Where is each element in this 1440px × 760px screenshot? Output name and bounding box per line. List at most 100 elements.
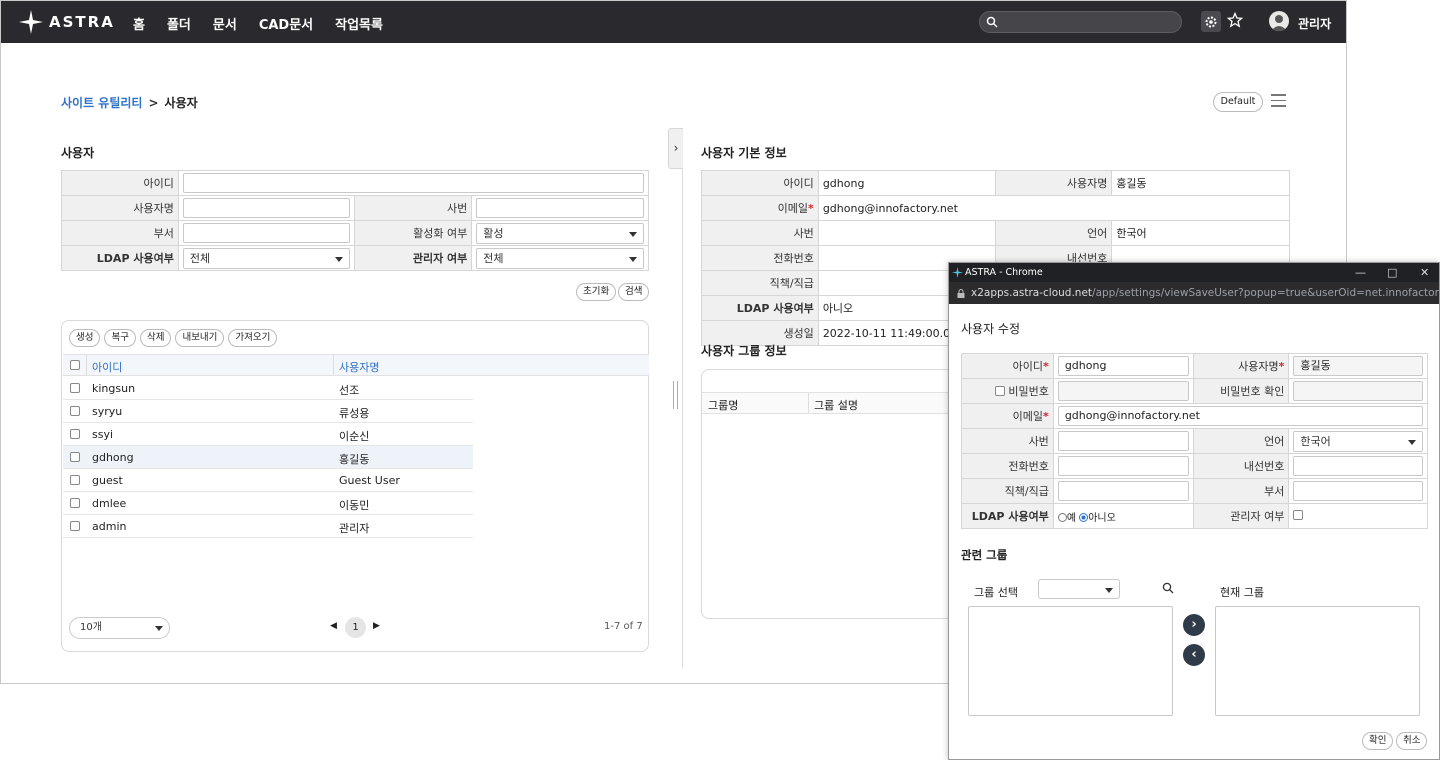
row-checkbox[interactable]: [70, 406, 80, 416]
search-active-label: 활성화 여부: [353, 220, 473, 246]
edit-user-popup-window: ASTRA - Chrome — □ ✕ x2apps.astra-cloud.…: [948, 262, 1440, 760]
edit-dept-input[interactable]: [1293, 481, 1423, 501]
search-id-label: 아이디: [61, 170, 179, 196]
row-user-id: admin: [92, 520, 127, 533]
page-size-select[interactable]: 10개: [69, 617, 170, 639]
row-checkbox[interactable]: [70, 452, 80, 462]
app-logo[interactable]: ASTRA: [19, 10, 115, 34]
minimize-icon[interactable]: —: [1355, 263, 1366, 282]
global-search-input[interactable]: [979, 11, 1182, 33]
remove-group-button[interactable]: ‹: [1183, 644, 1205, 666]
detail-lang-label: 언어: [994, 220, 1113, 246]
nav-item-document[interactable]: 문서: [213, 14, 237, 33]
edit-password-input[interactable]: [1057, 381, 1189, 401]
column-header-id[interactable]: 아이디: [92, 359, 122, 375]
lock-icon: [957, 289, 965, 298]
popup-url-bar[interactable]: x2apps.astra-cloud.net/app/settings/view…: [949, 282, 1439, 304]
search-empno-input[interactable]: [476, 198, 644, 218]
available-groups-list[interactable]: [968, 606, 1173, 716]
edit-ext-label: 내선번호: [1192, 453, 1290, 479]
current-groups-list[interactable]: [1215, 606, 1420, 716]
collapse-panel-button[interactable]: ›: [668, 128, 683, 169]
group-select-dropdown[interactable]: [1038, 579, 1120, 599]
detail-id-label: 아이디: [701, 170, 819, 196]
current-page[interactable]: 1: [345, 617, 366, 638]
edit-ext-input[interactable]: [1293, 456, 1423, 476]
nav-item-home[interactable]: 홈: [133, 14, 145, 33]
table-row[interactable]: dmlee 이동민: [63, 492, 473, 515]
edit-password-confirm-input[interactable]: [1293, 381, 1423, 401]
close-icon[interactable]: ✕: [1420, 263, 1429, 282]
nav-item-cad-document[interactable]: CAD문서: [259, 14, 313, 33]
ldap-yes-radio[interactable]: [1057, 512, 1067, 522]
view-default-button[interactable]: Default: [1213, 92, 1263, 112]
group-column-name[interactable]: 그룹명: [708, 397, 738, 413]
settings-button[interactable]: [1201, 11, 1221, 32]
search-name-input[interactable]: [182, 198, 350, 218]
table-row[interactable]: syryu 류성용: [63, 400, 473, 423]
table-row[interactable]: guest Guest User: [63, 469, 473, 492]
search-admin-select[interactable]: 전체: [476, 247, 644, 269]
resize-handle[interactable]: [673, 381, 678, 409]
favorites-star-icon[interactable]: [1227, 12, 1243, 28]
edit-id-input[interactable]: gdhong: [1057, 356, 1189, 376]
user-avatar[interactable]: [1269, 11, 1289, 31]
search-empno-label: 사번: [353, 195, 473, 221]
confirm-button[interactable]: 확인: [1362, 732, 1394, 750]
edit-position-input[interactable]: [1057, 481, 1189, 501]
search-name-label: 사용자명: [61, 195, 179, 221]
row-user-name: 이순신: [339, 430, 370, 443]
delete-button[interactable]: 삭제: [139, 329, 172, 347]
edit-phone-input[interactable]: [1057, 456, 1189, 476]
reset-button[interactable]: 초기화: [576, 283, 617, 301]
page-count: 1-7 of 7: [604, 621, 643, 632]
edit-empno-input[interactable]: [1057, 431, 1189, 451]
search-dept-input[interactable]: [182, 223, 350, 243]
table-row[interactable]: gdhong 홍길동: [63, 446, 473, 469]
row-checkbox[interactable]: [70, 521, 80, 531]
export-button[interactable]: 내보내기: [175, 329, 225, 347]
edit-email-input[interactable]: gdhong@innofactory.net: [1057, 406, 1423, 426]
edit-lang-select[interactable]: 한국어: [1293, 430, 1423, 452]
search-button[interactable]: 검색: [618, 283, 650, 301]
group-column-description[interactable]: 그룹 설명: [814, 397, 858, 413]
add-group-button[interactable]: ›: [1183, 614, 1205, 636]
row-checkbox[interactable]: [70, 475, 80, 485]
nav-item-folder[interactable]: 폴더: [167, 14, 191, 33]
edit-name-input[interactable]: 홍길동: [1293, 356, 1423, 376]
edit-admin-label: 관리자 여부: [1192, 503, 1290, 529]
search-ldap-label: LDAP 사용여부: [61, 245, 179, 271]
search-active-select[interactable]: 활성: [476, 222, 644, 244]
row-user-name: 류성용: [339, 407, 370, 420]
admin-checkbox[interactable]: [1293, 509, 1304, 520]
prev-page-icon[interactable]: ◀: [330, 621, 337, 631]
ldap-no-radio[interactable]: [1079, 512, 1089, 522]
detail-email-value: gdhong@innofactory.net: [817, 195, 1291, 221]
row-checkbox[interactable]: [70, 383, 80, 393]
chevron-right-icon: ›: [673, 141, 679, 155]
user-name[interactable]: 관리자: [1298, 15, 1331, 32]
search-ldap-select[interactable]: 전체: [182, 247, 350, 269]
select-all-checkbox[interactable]: [70, 360, 80, 370]
nav-item-worklist[interactable]: 작업목록: [335, 14, 383, 33]
next-page-icon[interactable]: ▶: [373, 621, 380, 631]
table-row[interactable]: kingsun 선조: [63, 377, 473, 400]
menu-icon[interactable]: [1271, 94, 1286, 108]
table-row[interactable]: ssyi 이순신: [63, 423, 473, 446]
detail-phone-label: 전화번호: [701, 245, 819, 271]
row-checkbox[interactable]: [70, 429, 80, 439]
change-password-checkbox[interactable]: [995, 386, 1006, 396]
import-button[interactable]: 가져오기: [228, 329, 278, 347]
maximize-icon[interactable]: □: [1387, 263, 1397, 282]
row-user-name: Guest User: [339, 474, 400, 487]
column-header-name[interactable]: 사용자명: [339, 359, 379, 375]
cancel-button[interactable]: 취소: [1396, 732, 1428, 750]
group-search-icon[interactable]: [1162, 582, 1174, 594]
table-row[interactable]: admin 관리자: [63, 515, 473, 538]
detail-empno-label: 사번: [701, 220, 819, 246]
row-checkbox[interactable]: [70, 498, 80, 508]
breadcrumb-parent-link[interactable]: 사이트 유틸리티: [61, 96, 142, 110]
restore-button[interactable]: 복구: [104, 329, 136, 347]
create-button[interactable]: 생성: [69, 329, 101, 347]
search-id-input[interactable]: [182, 173, 644, 193]
